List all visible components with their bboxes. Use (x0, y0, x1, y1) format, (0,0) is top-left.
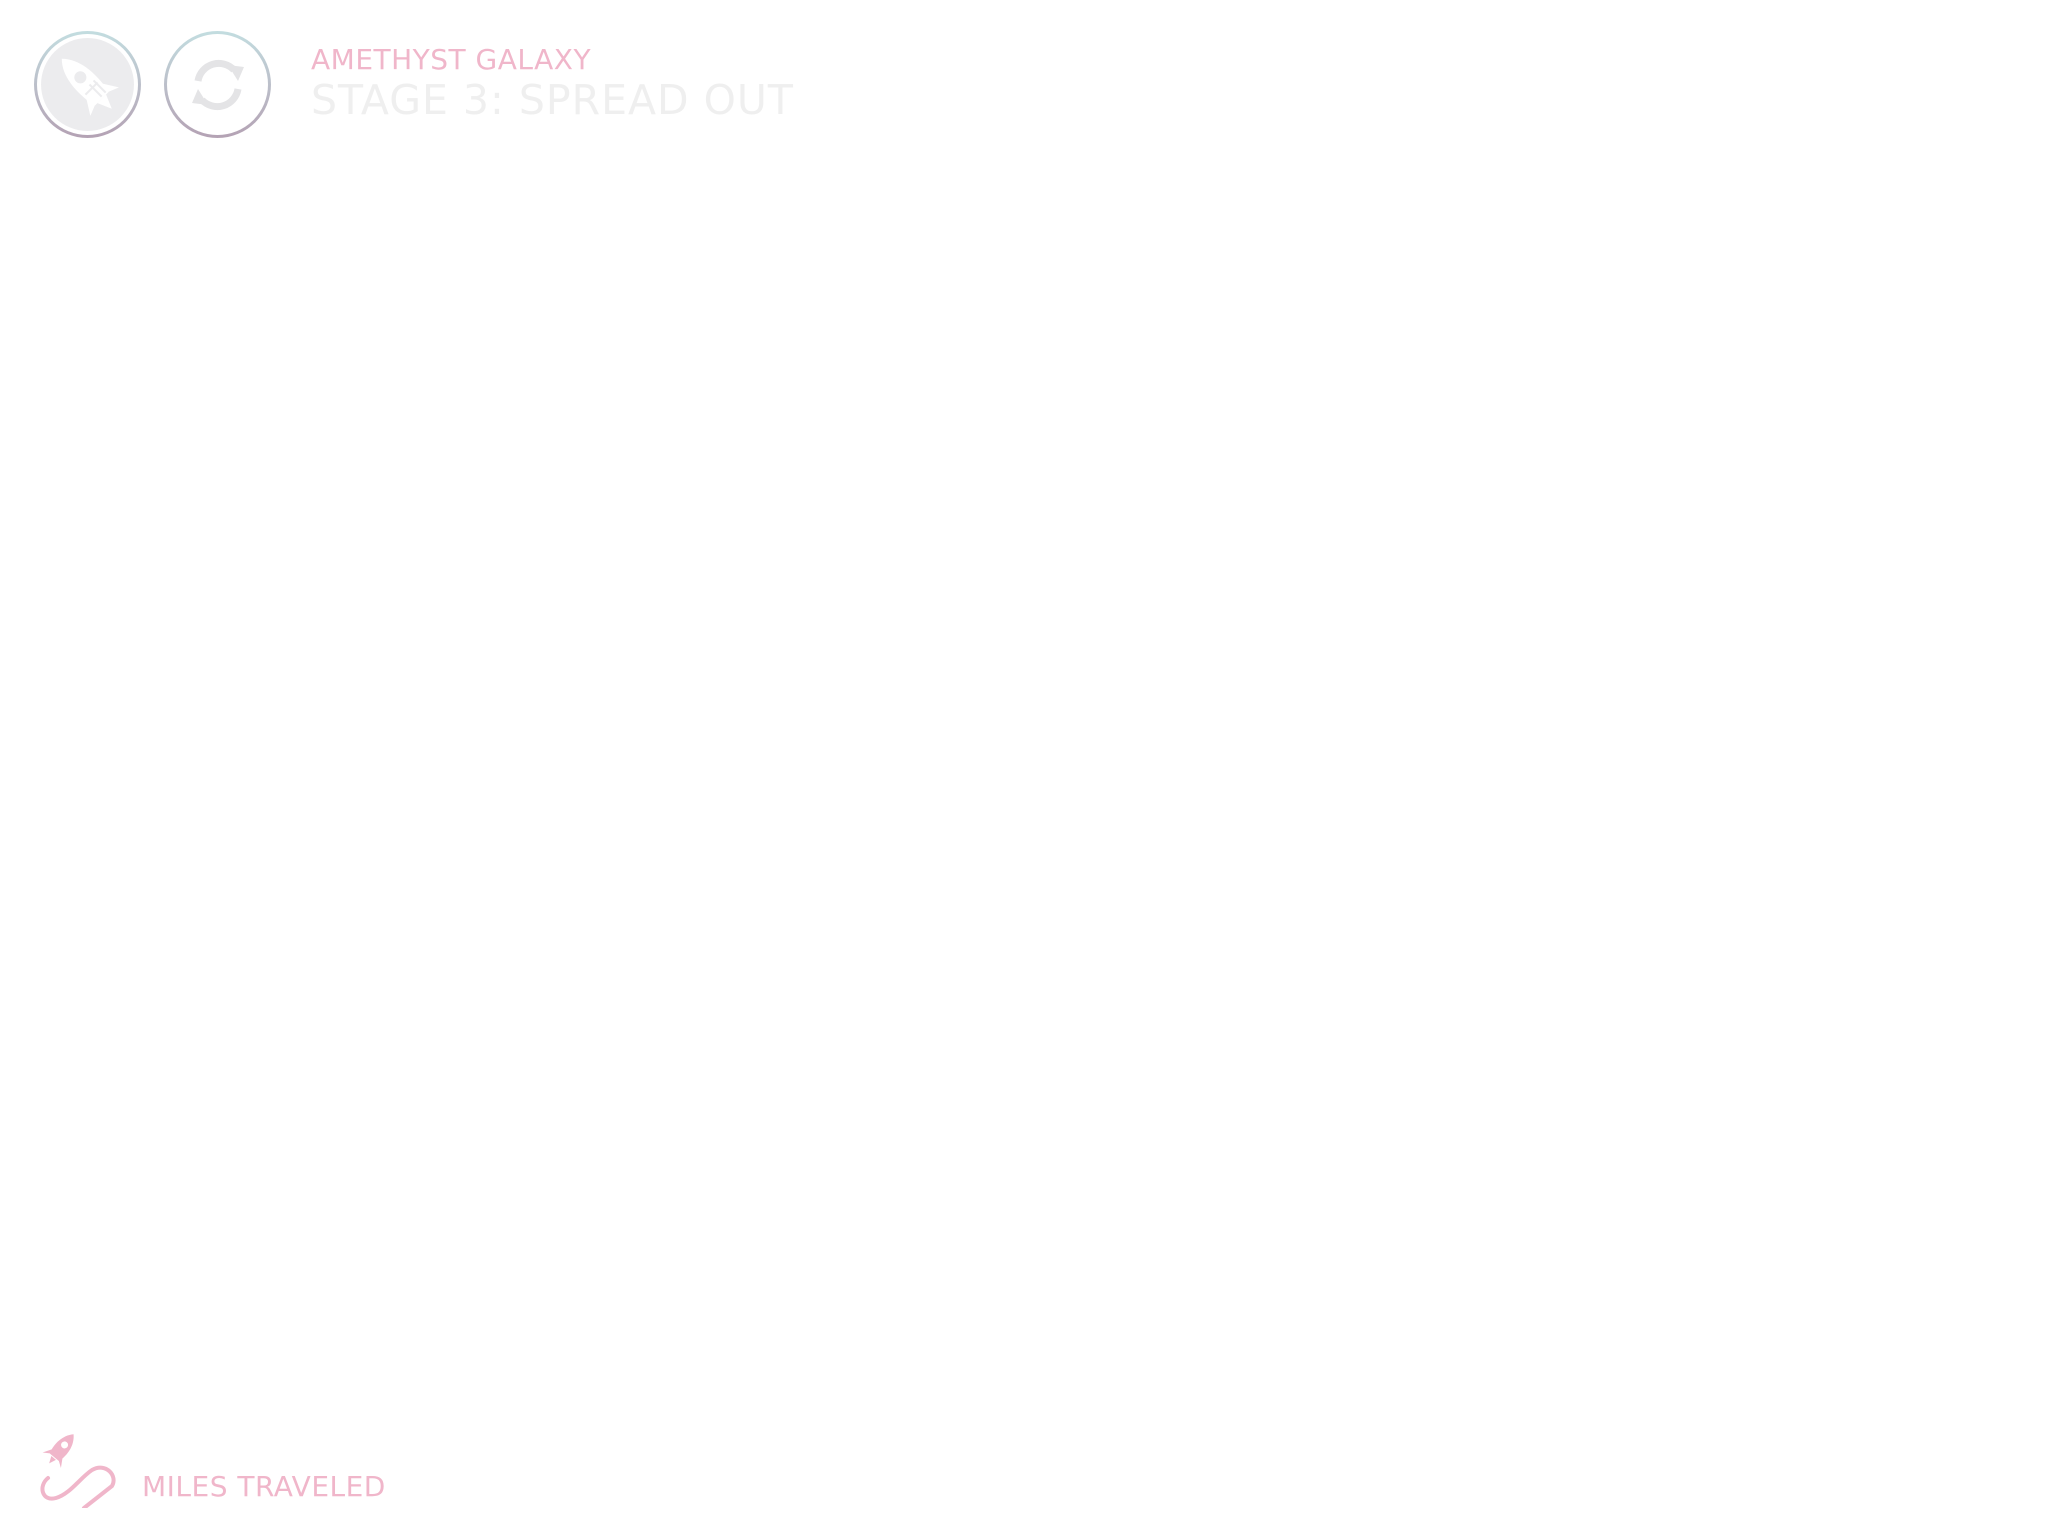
restart-button-face (167, 34, 268, 135)
ship-button-face (37, 34, 138, 135)
refresh-icon (191, 59, 244, 110)
rocket-trail-icon (38, 1424, 122, 1508)
level-titles: AMETHYST GALAXY STAGE 3: SPREAD OUT (311, 43, 794, 123)
game-screen: AMETHYST GALAXY STAGE 3: SPREAD OUT MILE… (0, 0, 2048, 1536)
rocket-icon (41, 38, 134, 131)
miles-panel: MILES TRAVELED (38, 1424, 386, 1508)
restart-button[interactable] (164, 31, 271, 138)
ship-button[interactable] (34, 31, 141, 138)
top-bar: AMETHYST GALAXY STAGE 3: SPREAD OUT (34, 31, 794, 138)
galaxy-name: AMETHYST GALAXY (311, 42, 592, 76)
miles-traveled-label: MILES TRAVELED (142, 1470, 386, 1503)
stage-title: STAGE 3: SPREAD OUT (311, 75, 794, 124)
